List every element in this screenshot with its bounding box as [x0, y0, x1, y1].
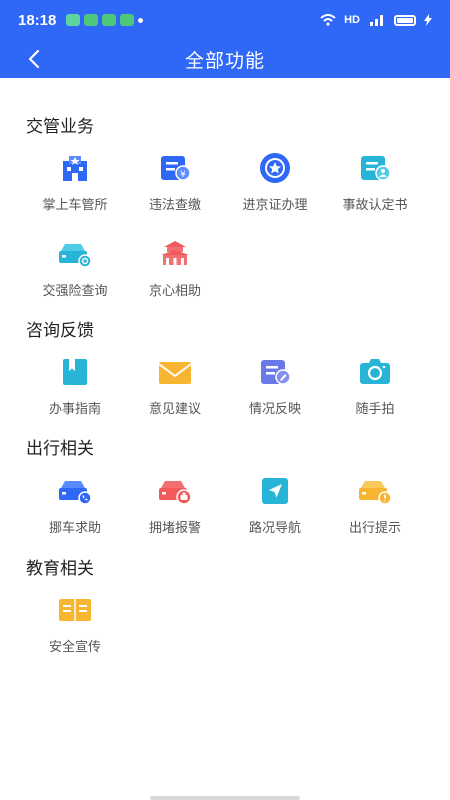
police-station-icon	[57, 150, 93, 186]
envelope-icon	[157, 354, 193, 390]
function-label: 违法查缴	[148, 198, 201, 213]
mail-icon	[120, 14, 135, 26]
congestion-alarm-icon	[157, 473, 193, 509]
function-label: 情况反映	[248, 402, 301, 417]
section-title-traffic: 交管业务	[26, 117, 94, 137]
section-title-travel: 出行相关	[26, 439, 94, 459]
travel-tip-icon	[357, 473, 393, 509]
function-label: 办事指南	[48, 402, 101, 417]
home-indicator[interactable]	[150, 796, 300, 800]
function-item-travel-tips[interactable]: 出行提示	[325, 473, 425, 536]
edit-report-icon	[257, 354, 293, 390]
notification-icons	[66, 14, 144, 26]
open-book-icon	[57, 592, 93, 628]
function-label: 路况导航	[248, 521, 301, 536]
camera-icon	[357, 354, 393, 390]
function-label: 挪车求助	[48, 521, 101, 536]
function-item-snapshot[interactable]: 随手拍	[325, 354, 425, 417]
function-item-vehicle-office[interactable]: 掌上车管所	[25, 150, 125, 213]
function-item-fine-payment[interactable]: ¥ 违法查缴	[125, 150, 225, 213]
status-bar: 18:18 HD	[0, 0, 450, 40]
accident-report-icon	[357, 150, 393, 186]
function-label: 安全宣传	[48, 640, 101, 655]
function-item-insurance-query[interactable]: 交强险查询	[25, 236, 125, 299]
navigation-icon	[257, 473, 293, 509]
function-label: 事故认定书	[342, 198, 408, 213]
calendar-icon	[102, 14, 117, 26]
page-title: 全部功能	[184, 49, 265, 72]
function-item-congestion-alarm[interactable]: 拥堵报警	[125, 473, 225, 536]
insurance-car-icon	[57, 236, 93, 272]
function-label: 掌上车管所	[42, 198, 108, 213]
function-item-suggestions[interactable]: 意见建议	[125, 354, 225, 417]
battery-icon	[394, 14, 416, 26]
function-item-beijing-permit[interactable]: 进京证办理	[225, 150, 325, 213]
function-label: 进京证办理	[242, 198, 308, 213]
nav-bar: 全部功能	[0, 40, 450, 78]
signal-icon	[370, 15, 383, 26]
back-arrow-icon[interactable]	[24, 48, 46, 70]
function-label: 京心相助	[148, 284, 201, 299]
function-list: 交管业务 掌上车管所 ¥ 违法查缴 进京证办理 事故认定书 交强险查询 京心相助	[0, 78, 450, 800]
tiananmen-icon	[157, 236, 193, 272]
status-indicators: HD	[320, 14, 432, 26]
status-time: 18:18	[18, 11, 57, 29]
fine-payment-icon: ¥	[157, 150, 193, 186]
charging-icon	[424, 14, 432, 26]
wifi-icon	[320, 14, 336, 26]
function-item-accident-report[interactable]: 事故认定书	[325, 150, 425, 213]
function-item-safety-promo[interactable]: 安全宣传	[25, 592, 125, 655]
phone-icon	[84, 14, 99, 26]
more-notifications-icon	[138, 17, 144, 23]
svg-text:¥: ¥	[180, 170, 186, 180]
guide-bookmark-icon	[57, 354, 93, 390]
badge-star-icon	[257, 150, 293, 186]
function-item-navigation[interactable]: 路况导航	[225, 473, 325, 536]
function-item-move-car[interactable]: 挪车求助	[25, 473, 125, 536]
function-label: 交强险查询	[42, 284, 108, 299]
network-type: HD	[344, 14, 360, 26]
function-label: 随手拍	[355, 402, 395, 417]
move-car-icon	[57, 473, 93, 509]
section-title-consult: 咨询反馈	[26, 321, 94, 341]
function-item-report-situation[interactable]: 情况反映	[225, 354, 325, 417]
message-icon	[66, 14, 81, 26]
function-label: 出行提示	[348, 521, 401, 536]
function-label: 意见建议	[148, 402, 201, 417]
section-title-education: 教育相关	[26, 559, 94, 579]
function-item-guide[interactable]: 办事指南	[25, 354, 125, 417]
function-item-beijing-help[interactable]: 京心相助	[125, 236, 225, 299]
function-label: 拥堵报警	[148, 521, 201, 536]
